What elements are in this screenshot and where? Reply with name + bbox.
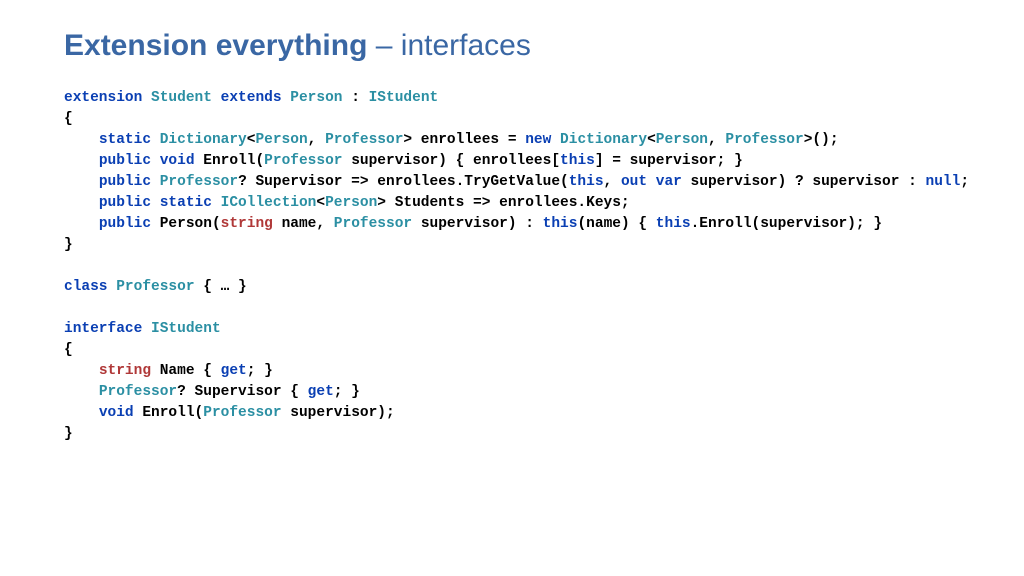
code-token xyxy=(647,174,656,190)
code-token: ] = supervisor; } xyxy=(595,153,743,169)
code-token: Student xyxy=(151,90,212,106)
code-token: , xyxy=(604,174,621,190)
code-token: < xyxy=(647,132,656,148)
code-token: > enrollees = xyxy=(403,132,525,148)
code-token: Professor xyxy=(334,216,412,232)
code-token: { xyxy=(64,111,73,127)
code-token xyxy=(212,195,221,211)
code-token: Enroll( xyxy=(134,405,204,421)
code-token: new xyxy=(525,132,551,148)
code-token xyxy=(64,384,99,400)
code-token: string xyxy=(99,363,151,379)
code-token: Enroll( xyxy=(195,153,265,169)
code-token: ; } xyxy=(247,363,273,379)
code-token: .Enroll(supervisor); } xyxy=(691,216,882,232)
code-token: : xyxy=(343,90,369,106)
code-token: Person xyxy=(290,90,342,106)
code-block: extension Student extends Person : IStud… xyxy=(64,88,960,445)
code-token: { xyxy=(64,342,73,358)
code-token: void xyxy=(160,153,195,169)
title-strong: Extension everything xyxy=(64,29,367,62)
code-token: Professor xyxy=(264,153,342,169)
code-token xyxy=(64,195,99,211)
code-token xyxy=(551,132,560,148)
code-token xyxy=(212,90,221,106)
code-token xyxy=(151,195,160,211)
code-token xyxy=(64,216,99,232)
code-token: supervisor) ? supervisor : xyxy=(682,174,926,190)
code-token: string xyxy=(221,216,273,232)
code-token: name, xyxy=(273,216,334,232)
code-token: ; } xyxy=(334,384,360,400)
code-token xyxy=(64,405,99,421)
code-token: static xyxy=(160,195,212,211)
code-token: get xyxy=(221,363,247,379)
code-token: supervisor) { enrollees[ xyxy=(343,153,561,169)
code-token: supervisor); xyxy=(282,405,395,421)
code-token xyxy=(282,90,291,106)
code-token: > Students => enrollees.Keys; xyxy=(377,195,629,211)
slide-title: Extension everything – interfaces xyxy=(64,28,960,64)
code-token: public xyxy=(99,195,151,211)
code-token: Dictionary xyxy=(160,132,247,148)
code-token: IStudent xyxy=(369,90,439,106)
title-subtitle: interfaces xyxy=(401,29,531,62)
code-token: Professor xyxy=(725,132,803,148)
code-token: this xyxy=(656,216,691,232)
code-token: interface xyxy=(64,321,142,337)
code-token: public xyxy=(99,216,151,232)
code-token xyxy=(64,174,99,190)
code-token: get xyxy=(308,384,334,400)
code-token: Person xyxy=(656,132,708,148)
code-token: this xyxy=(543,216,578,232)
code-token: < xyxy=(316,195,325,211)
code-token: Professor xyxy=(325,132,403,148)
code-token: extension xyxy=(64,90,142,106)
code-token: ? Supervisor { xyxy=(177,384,308,400)
code-token: ICollection xyxy=(221,195,317,211)
title-dash: – xyxy=(367,29,400,62)
code-token xyxy=(151,174,160,190)
code-token xyxy=(151,153,160,169)
code-token: , xyxy=(708,132,725,148)
code-token: out xyxy=(621,174,647,190)
code-token: ; xyxy=(960,174,969,190)
code-token: public xyxy=(99,174,151,190)
code-token: void xyxy=(99,405,134,421)
code-token: null xyxy=(926,174,961,190)
code-token: } xyxy=(64,426,73,442)
code-token: supervisor) : xyxy=(412,216,543,232)
code-token xyxy=(151,132,160,148)
code-token: static xyxy=(99,132,151,148)
slide: Extension everything – interfaces extens… xyxy=(0,0,1024,576)
code-token: Name { xyxy=(151,363,221,379)
code-token: Professor xyxy=(203,405,281,421)
code-token: , xyxy=(308,132,325,148)
code-token xyxy=(64,363,99,379)
code-token: this xyxy=(569,174,604,190)
code-token: Person( xyxy=(151,216,221,232)
code-token: Person xyxy=(325,195,377,211)
code-token xyxy=(64,153,99,169)
code-token: Professor xyxy=(160,174,238,190)
code-token: ? Supervisor => enrollees.TryGetValue( xyxy=(238,174,569,190)
code-token: class xyxy=(64,279,108,295)
code-token: public xyxy=(99,153,151,169)
code-token: Person xyxy=(255,132,307,148)
code-token: { … } xyxy=(195,279,247,295)
code-token: var xyxy=(656,174,682,190)
code-token xyxy=(142,321,151,337)
code-token: >(); xyxy=(804,132,839,148)
code-token: (name) { xyxy=(577,216,655,232)
code-token xyxy=(64,132,99,148)
code-token xyxy=(142,90,151,106)
code-token: } xyxy=(64,237,73,253)
code-token: Dictionary xyxy=(560,132,647,148)
code-token xyxy=(108,279,117,295)
code-token: IStudent xyxy=(151,321,221,337)
code-token: Professor xyxy=(116,279,194,295)
code-token: this xyxy=(560,153,595,169)
code-token: Professor xyxy=(99,384,177,400)
code-token: extends xyxy=(221,90,282,106)
